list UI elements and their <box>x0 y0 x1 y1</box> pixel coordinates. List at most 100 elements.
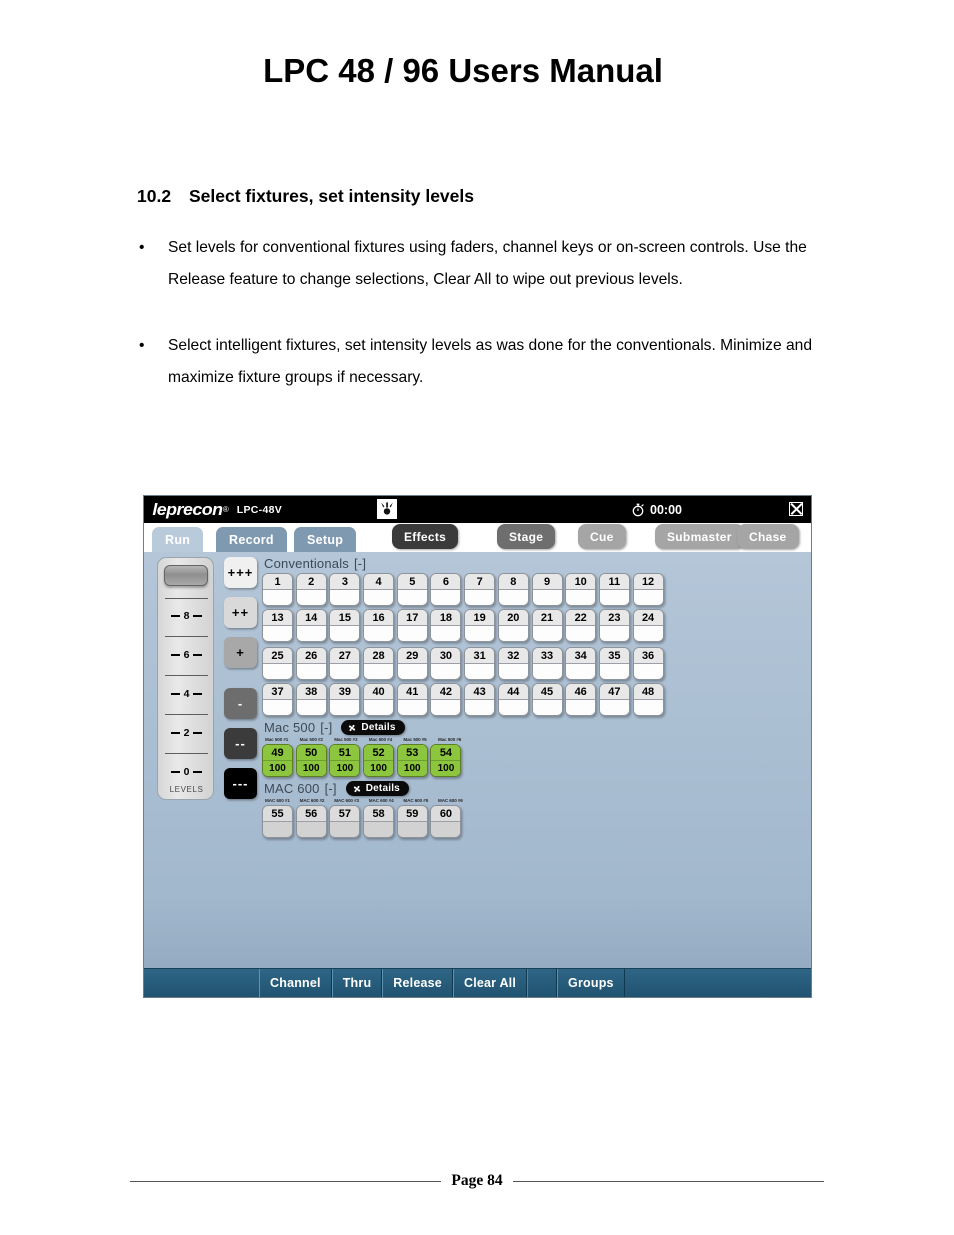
channel-button[interactable]: 13 <box>262 609 293 642</box>
channel-button[interactable]: 40 <box>363 683 395 716</box>
channel-button[interactable]: 33 <box>531 647 563 680</box>
channel-number: 37 <box>263 684 292 700</box>
tab-run[interactable]: Run <box>152 527 204 552</box>
details-button[interactable]: Details <box>341 720 405 735</box>
channel-row: 37 38 39 40 41 42 43 44 45 46 47 48 <box>262 683 807 716</box>
level-plus-button[interactable]: + <box>224 637 257 668</box>
channel-button[interactable]: 10 <box>565 573 597 606</box>
channel-button[interactable]: 55 <box>262 805 293 838</box>
channel-button[interactable]: 28 <box>363 647 395 680</box>
stage-button[interactable]: Stage <box>497 524 556 549</box>
channel-button[interactable]: 53 100 <box>396 744 428 777</box>
channel-button[interactable]: 31 <box>464 647 496 680</box>
channel-button[interactable]: 58 <box>363 805 395 838</box>
channel-button[interactable]: 54 100 <box>430 744 462 777</box>
channel-button[interactable]: 49 100 <box>262 744 293 777</box>
channel-button[interactable]: 36 <box>632 647 664 680</box>
channel-button[interactable]: 17 <box>396 609 428 642</box>
channel-button[interactable]: 37 <box>262 683 293 716</box>
level-fader[interactable]: 8 6 4 2 0 LEVELS <box>157 557 214 800</box>
channel-button[interactable]: 43 <box>464 683 496 716</box>
channel-button[interactable]: 50 100 <box>295 744 327 777</box>
group-header[interactable]: Mac 500 [-] Details <box>264 720 807 735</box>
channel-value: 100 <box>364 761 394 776</box>
leprecon-logo: leprecon <box>152 499 223 519</box>
channel-button[interactable]: 32 <box>497 647 529 680</box>
channel-button[interactable]: 34 <box>565 647 597 680</box>
channel-button[interactable]: 9 <box>531 573 563 606</box>
channel-button[interactable]: 27 <box>329 647 361 680</box>
channel-button[interactable]: 47 <box>598 683 630 716</box>
submaster-button[interactable]: Submaster <box>655 524 744 549</box>
channel-button[interactable]: 3 <box>329 573 361 606</box>
channel-value <box>397 822 427 837</box>
toolbar-thru-button[interactable]: Thru <box>331 969 383 997</box>
level-minus-minus-minus-button[interactable]: --- <box>224 768 257 799</box>
cue-button[interactable]: Cue <box>578 524 626 549</box>
channel-button[interactable]: 8 <box>497 573 529 606</box>
channel-value: 100 <box>296 761 326 776</box>
channel-button[interactable]: 4 <box>363 573 395 606</box>
channel-button[interactable]: 25 <box>262 647 293 680</box>
channel-button[interactable]: 38 <box>295 683 327 716</box>
channel-button[interactable]: 30 <box>430 647 462 680</box>
fader-handle[interactable] <box>164 565 208 586</box>
channel-button[interactable]: 23 <box>598 609 630 642</box>
channel-button[interactable]: 41 <box>396 683 428 716</box>
group-collapse-toggle[interactable]: [-] <box>354 556 366 571</box>
channel-button[interactable]: 7 <box>464 573 496 606</box>
channel-button[interactable]: 21 <box>531 609 563 642</box>
channel-number: 58 <box>364 806 394 822</box>
chase-button[interactable]: Chase <box>737 524 799 549</box>
group-header[interactable]: MAC 600 [-] Details <box>264 781 807 796</box>
tab-setup[interactable]: Setup <box>294 527 357 552</box>
channel-button[interactable]: 52 100 <box>363 744 395 777</box>
channel-button[interactable]: 6 <box>430 573 462 606</box>
channel-button[interactable]: 19 <box>464 609 496 642</box>
channel-button[interactable]: 35 <box>598 647 630 680</box>
channel-button[interactable]: 29 <box>396 647 428 680</box>
group-collapse-toggle[interactable]: [-] <box>325 781 337 796</box>
footer-rule-left <box>130 1180 442 1182</box>
details-label: Details <box>361 722 396 733</box>
channel-button[interactable]: 60 <box>430 805 462 838</box>
channel-button[interactable]: 12 <box>632 573 664 606</box>
level-plus-plus-button[interactable]: ++ <box>224 597 257 628</box>
channel-button[interactable]: 44 <box>497 683 529 716</box>
level-minus-minus-button[interactable]: -- <box>224 728 257 759</box>
channel-button[interactable]: 46 <box>565 683 597 716</box>
channel-button[interactable]: 26 <box>295 647 327 680</box>
level-plus-plus-plus-button[interactable]: +++ <box>224 557 257 588</box>
channel-button[interactable]: 48 <box>632 683 664 716</box>
channel-button[interactable]: 42 <box>430 683 462 716</box>
channel-button[interactable]: 24 <box>632 609 664 642</box>
channel-button[interactable]: 15 <box>329 609 361 642</box>
close-icon[interactable] <box>789 502 803 516</box>
toolbar-clear-all-button[interactable]: Clear All <box>452 969 528 997</box>
channel-button[interactable]: 14 <box>295 609 327 642</box>
group-header[interactable]: Conventionals [-] <box>264 556 807 571</box>
level-minus-button[interactable]: - <box>224 688 257 719</box>
toolbar-groups-button[interactable]: Groups <box>557 969 625 997</box>
channel-button[interactable]: 16 <box>363 609 395 642</box>
effects-button[interactable]: Effects <box>392 524 459 549</box>
channel-button[interactable]: 45 <box>531 683 563 716</box>
group-collapse-toggle[interactable]: [-] <box>320 720 332 735</box>
group-name: Conventionals <box>264 556 349 571</box>
channel-button[interactable]: 18 <box>430 609 462 642</box>
channel-button[interactable]: 11 <box>598 573 630 606</box>
channel-button[interactable]: 39 <box>329 683 361 716</box>
channel-button[interactable]: 20 <box>497 609 529 642</box>
channel-button[interactable]: 22 <box>565 609 597 642</box>
channel-button[interactable]: 5 <box>396 573 428 606</box>
details-button[interactable]: Details <box>345 781 409 796</box>
toolbar-release-button[interactable]: Release <box>382 969 453 997</box>
toolbar-channel-button[interactable]: Channel <box>259 969 332 997</box>
channel-button[interactable]: 1 <box>262 573 293 606</box>
channel-button[interactable]: 59 <box>396 805 428 838</box>
channel-button[interactable]: 56 <box>295 805 327 838</box>
channel-button[interactable]: 57 <box>329 805 361 838</box>
channel-button[interactable]: 51 100 <box>329 744 361 777</box>
channel-button[interactable]: 2 <box>295 573 327 606</box>
tab-record[interactable]: Record <box>216 527 287 552</box>
